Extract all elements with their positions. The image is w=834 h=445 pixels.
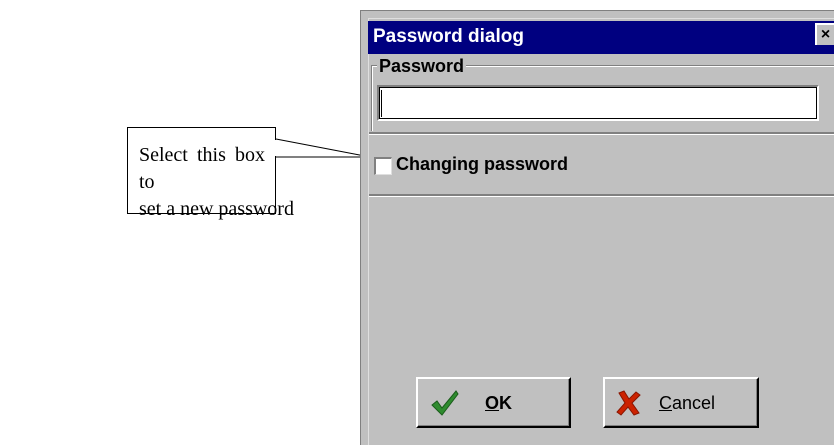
ok-button[interactable]: OK xyxy=(416,377,571,428)
cancel-button[interactable]: Cancel xyxy=(603,377,759,428)
ok-label: OK xyxy=(485,393,513,413)
password-input[interactable] xyxy=(377,85,819,121)
red-x-icon xyxy=(616,390,641,416)
dialog-title: Password dialog xyxy=(373,26,524,47)
annotation-line-2: set a new password xyxy=(139,198,294,220)
cancel-label: Cancel xyxy=(659,393,716,413)
green-checkmark-icon xyxy=(431,390,459,416)
changing-password-checkbox[interactable] xyxy=(374,157,392,175)
password-group-label: Password xyxy=(377,55,467,77)
close-button[interactable]: × xyxy=(815,23,834,45)
annotation-callout: Select this box to set a new password xyxy=(127,127,294,220)
dialog-titlebar[interactable]: Password dialog × xyxy=(368,21,834,54)
annotation-line-1: Select this box to xyxy=(139,144,265,193)
changing-password-label[interactable]: Changing password xyxy=(396,153,568,175)
text-caret xyxy=(381,90,382,117)
close-icon: × xyxy=(820,26,831,43)
